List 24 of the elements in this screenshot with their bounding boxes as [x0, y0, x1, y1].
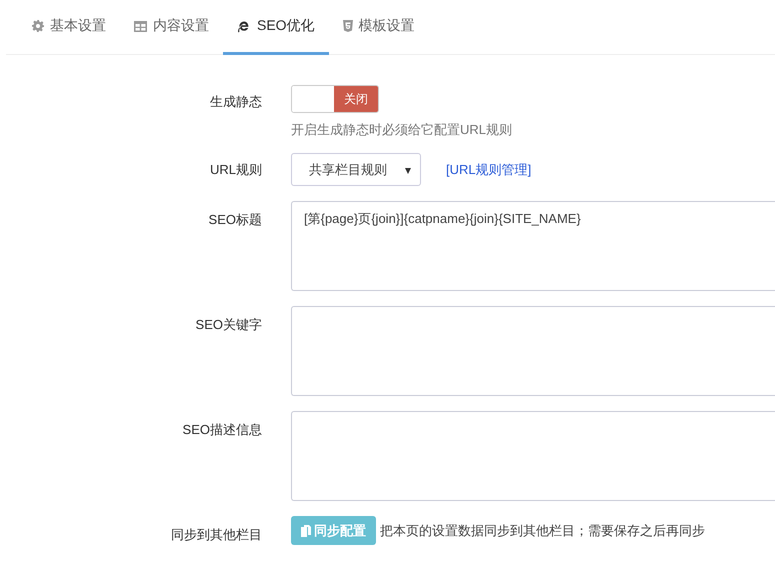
browser-e-icon — [237, 19, 251, 33]
field-label: SEO描述信息 — [182, 421, 262, 439]
help-text: 开启生成静态时必须给它配置URL规则 — [291, 121, 514, 139]
text-area[interactable] — [291, 411, 775, 501]
field-label: SEO标题 — [208, 211, 262, 229]
html5-icon — [342, 20, 353, 32]
tab[interactable]: 模板设置 — [328, 0, 429, 55]
tab[interactable]: 基本设置 — [18, 0, 120, 55]
text-area[interactable] — [291, 306, 775, 396]
gear-icon — [32, 20, 44, 32]
tab[interactable]: 内容设置 — [120, 0, 223, 55]
field-label: 生成静态 — [209, 93, 262, 111]
copy-icon — [301, 524, 311, 536]
help-text: 把本页的设置数据同步到其他栏目；需要保存之后再同步 — [380, 522, 705, 540]
rule-manage-link[interactable]: [URL规则管理] — [446, 160, 532, 178]
caret-icon — [405, 168, 411, 174]
table-icon — [134, 20, 147, 32]
field-label: URL规则 — [208, 161, 262, 179]
field-label: SEO关键字 — [194, 316, 262, 334]
text-area[interactable]: [第{page}页{join}]{catpname}{join}{SITE_NAME} — [291, 201, 775, 291]
rule-select[interactable]: 共享栏目规则 — [291, 153, 421, 186]
field-label: 同步到其他栏目 — [170, 526, 262, 544]
toggle-switch[interactable]: 关闭 — [291, 85, 379, 113]
tab[interactable]: SEO优化 — [223, 0, 329, 55]
